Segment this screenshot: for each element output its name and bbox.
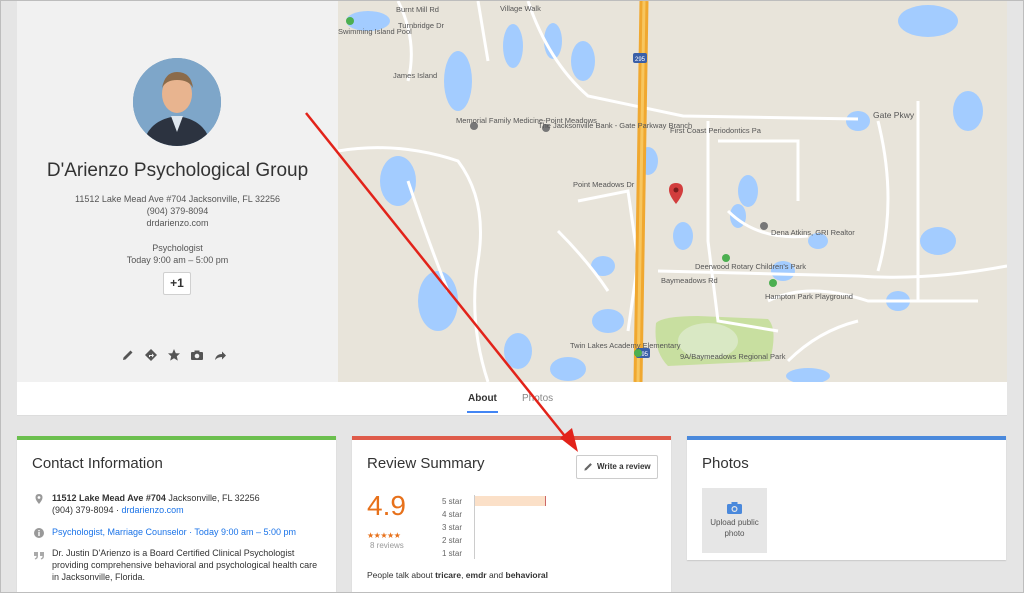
- profile-phone: (904) 379-8094: [146, 206, 209, 216]
- upload-photo-button[interactable]: Upload public photo: [702, 488, 767, 553]
- review-stars: ★★★★★: [367, 531, 401, 540]
- write-review-button[interactable]: Write a review: [576, 455, 658, 479]
- contact-phone: (904) 379-8094: [52, 505, 114, 515]
- photos-card: Photos Upload public photo: [687, 436, 1006, 560]
- rating-label-5: 5 star: [442, 497, 463, 506]
- info-icon: [33, 526, 45, 538]
- svg-text:Hampton Park Playground: Hampton Park Playground: [765, 292, 853, 301]
- share-icon[interactable]: [212, 347, 228, 363]
- contact-title: Contact Information: [32, 455, 163, 472]
- profile-hours: Today 9:00 am – 5:00 pm: [126, 255, 229, 265]
- review-score: 4.9: [367, 490, 406, 521]
- contact-website-link[interactable]: drdarienzo.com: [122, 505, 184, 515]
- people-talk-about: People talk about tricare, emdr and beha…: [367, 570, 549, 580]
- business-name: D'Arienzo Psychological Group: [46, 160, 309, 181]
- contact-card: Contact Information 11512 Lake Mead Ave …: [17, 436, 336, 592]
- pencil-icon[interactable]: [120, 347, 136, 363]
- review-title: Review Summary: [367, 455, 485, 472]
- profile-details: 11512 Lake Mead Ave #704 Jacksonville, F…: [17, 193, 338, 266]
- svg-text:295: 295: [635, 57, 646, 63]
- photos-title: Photos: [702, 455, 749, 472]
- svg-text:Swimming Island Pool: Swimming Island Pool: [338, 27, 412, 36]
- review-card: Review Summary Write a review 4.9 ★★★★★ …: [352, 436, 671, 592]
- star-icon[interactable]: [166, 347, 182, 363]
- location-pin-icon: [33, 492, 45, 504]
- contact-categories: Psychologist, Marriage Counselor · Today…: [52, 527, 296, 537]
- svg-text:Village Walk: Village Walk: [500, 4, 541, 13]
- svg-text:Baymeadows Rd: Baymeadows Rd: [661, 276, 718, 285]
- rating-label-3: 3 star: [442, 523, 463, 532]
- topic-behavioral[interactable]: behavioral: [506, 570, 549, 580]
- review-count-link[interactable]: 8 reviews: [370, 541, 404, 550]
- avatar: [133, 58, 221, 146]
- rating-label-2: 2 star: [442, 536, 463, 545]
- tab-about[interactable]: About: [467, 393, 498, 413]
- category-link-psychologist[interactable]: Psychologist: [52, 527, 103, 537]
- svg-text:Gate Pkwy: Gate Pkwy: [873, 110, 915, 120]
- rating-distribution: 5 star 4 star 3 star 2 star 1 star: [442, 495, 462, 560]
- camera-icon[interactable]: [189, 347, 205, 363]
- svg-text:9A/Baymeadows Regional Park: 9A/Baymeadows Regional Park: [680, 352, 786, 361]
- svg-text:Burnt Mill Rd: Burnt Mill Rd: [396, 5, 439, 14]
- rating-label-1: 1 star: [442, 549, 463, 558]
- map-canvas[interactable]: 295 295 Village Walk Burnt Mill Rd Turnb…: [338, 1, 1007, 382]
- rating-label-4: 4 star: [442, 510, 463, 519]
- profile-category: Psychologist: [152, 243, 203, 253]
- app-frame: D'Arienzo Psychological Group 11512 Lake…: [0, 0, 1024, 593]
- contact-address: 11512 Lake Mead Ave #704 Jacksonville, F…: [52, 493, 260, 515]
- svg-text:Twin Lakes Academy Elementary: Twin Lakes Academy Elementary: [570, 341, 681, 350]
- profile-tabs: About Photos: [17, 382, 1007, 416]
- svg-text:James Island: James Island: [393, 71, 437, 80]
- svg-text:First Coast Periodontics Pa: First Coast Periodontics Pa: [670, 126, 762, 135]
- topic-tricare[interactable]: tricare: [435, 570, 461, 580]
- profile-address: 11512 Lake Mead Ave #704 Jacksonville, F…: [75, 194, 280, 204]
- profile-panel: D'Arienzo Psychological Group 11512 Lake…: [17, 1, 338, 382]
- pencil-icon: [583, 461, 594, 474]
- quote-icon: [33, 548, 45, 560]
- contact-bio: Dr. Justin D'Arienzo is a Board Certifie…: [52, 548, 318, 582]
- svg-text:Dena Atkins, GRI Realtor: Dena Atkins, GRI Realtor: [771, 228, 855, 237]
- topic-emdr[interactable]: emdr: [466, 570, 487, 580]
- action-icons: [120, 347, 228, 363]
- profile-website[interactable]: drdarienzo.com: [17, 217, 338, 229]
- directions-icon[interactable]: [143, 347, 159, 363]
- svg-text:Point Meadows Dr: Point Meadows Dr: [573, 180, 635, 189]
- write-review-label: Write a review: [597, 462, 651, 471]
- svg-text:Deerwood Rotary Children's Par: Deerwood Rotary Children's Park: [695, 262, 806, 271]
- rating-bar-5: [475, 496, 546, 506]
- upload-label-line2: photo: [724, 529, 745, 538]
- camera-icon: [726, 501, 743, 517]
- map-view[interactable]: 295 295 Village Walk Burnt Mill Rd Turnb…: [338, 1, 1007, 382]
- plus-one-button[interactable]: +1: [163, 272, 191, 295]
- contact-hours[interactable]: · Today 9:00 am – 5:00 pm: [187, 527, 296, 537]
- upload-label-line1: Upload public: [710, 518, 759, 527]
- tab-photos[interactable]: Photos: [522, 393, 553, 404]
- category-link-marriage-counselor[interactable]: Marriage Counselor: [108, 527, 187, 537]
